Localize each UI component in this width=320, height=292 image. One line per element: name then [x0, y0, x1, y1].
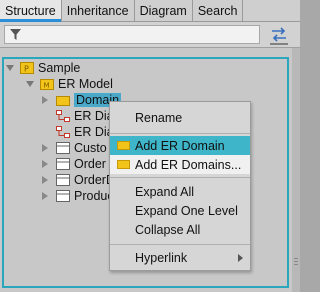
- menu-separator: [110, 244, 250, 245]
- submenu-arrow-icon: [238, 254, 243, 262]
- menu-item-label: Hyperlink: [135, 251, 188, 265]
- er-diagram-icon: [56, 110, 70, 122]
- menu-separator: [110, 133, 250, 134]
- menu-item-label: Collapse All: [135, 223, 201, 237]
- view-tab-bar: Structure Inheritance Diagram Search: [0, 0, 300, 22]
- collapsed-arrow-icon[interactable]: [42, 192, 48, 200]
- expand-arrow-icon[interactable]: [6, 65, 14, 71]
- entity-icon: [56, 158, 70, 170]
- tree-item-label: Order: [74, 157, 106, 171]
- collapsed-arrow-icon[interactable]: [42, 176, 48, 184]
- menu-separator: [110, 177, 250, 178]
- menu-item-hyperlink[interactable]: Hyperlink: [110, 248, 250, 267]
- tree-item-sample[interactable]: P Sample: [6, 60, 80, 76]
- menu-item-label: Add ER Domain: [135, 139, 225, 153]
- svg-text:P: P: [24, 65, 29, 74]
- menu-item-label: Rename: [135, 111, 183, 125]
- entity-icon: [56, 174, 70, 186]
- tree-item-customer[interactable]: Custo: [42, 140, 107, 156]
- tree-item-order[interactable]: Order: [42, 156, 106, 172]
- grip-line: [294, 261, 298, 262]
- collapsed-arrow-icon[interactable]: [42, 96, 48, 104]
- filter-icon: [10, 29, 21, 40]
- folder-icon: [117, 160, 130, 169]
- tab-search[interactable]: Search: [193, 0, 244, 22]
- tree-item-label: Produc: [74, 189, 114, 203]
- menu-item-collapse-all[interactable]: Collapse All: [110, 220, 250, 239]
- folder-icon: [56, 96, 70, 106]
- tab-diagram[interactable]: Diagram: [135, 0, 193, 22]
- menu-item-expand-one-level[interactable]: Expand One Level: [110, 201, 250, 220]
- menu-item-add-er-domain[interactable]: Add ER Domain: [110, 136, 250, 155]
- grip-line: [294, 264, 298, 265]
- menu-item-add-er-domains[interactable]: Add ER Domains...: [110, 155, 250, 174]
- menu-item-expand-all[interactable]: Expand All: [110, 182, 250, 201]
- tab-inheritance[interactable]: Inheritance: [62, 0, 135, 22]
- tree-item-label: ER Model: [58, 77, 113, 91]
- expand-arrow-icon[interactable]: [26, 81, 34, 87]
- collapsed-arrow-icon[interactable]: [42, 160, 48, 168]
- context-menu: Rename Add ER Domain Add ER Domains... E…: [109, 101, 251, 271]
- tree-item-er-diagram-1[interactable]: ER Dia: [56, 108, 114, 124]
- tree-item-product[interactable]: Produc: [42, 188, 114, 204]
- entity-icon: [56, 142, 70, 154]
- model-folder-icon: M: [40, 79, 54, 90]
- tree-item-label: Custo: [74, 141, 107, 155]
- collapsed-arrow-icon[interactable]: [42, 144, 48, 152]
- tree-item-er-diagram-2[interactable]: ER Dia: [56, 124, 114, 140]
- project-icon: P: [20, 62, 34, 74]
- er-diagram-icon: [56, 126, 70, 138]
- menu-item-rename[interactable]: Rename: [110, 108, 250, 127]
- menu-item-label: Expand All: [135, 185, 195, 199]
- filter-input[interactable]: [4, 25, 260, 44]
- svg-text:M: M: [44, 82, 50, 90]
- tree-item-er-model[interactable]: M ER Model: [26, 76, 113, 92]
- folder-icon: [117, 141, 130, 150]
- tree-item-label: ER Dia: [74, 125, 114, 139]
- tree-item-label: ER Dia: [74, 109, 114, 123]
- tab-structure[interactable]: Structure: [0, 0, 62, 22]
- tree-item-order-detail[interactable]: OrderD: [42, 172, 115, 188]
- entity-icon: [56, 190, 70, 202]
- grip-line: [294, 258, 298, 259]
- panel-resize-strip[interactable]: [292, 48, 300, 292]
- menu-item-label: Expand One Level: [135, 204, 238, 218]
- filter-toolbar: [0, 22, 300, 48]
- menu-item-label: Add ER Domains...: [135, 158, 242, 172]
- tree-item-label: Sample: [38, 61, 81, 75]
- sync-selection-icon[interactable]: [268, 25, 290, 45]
